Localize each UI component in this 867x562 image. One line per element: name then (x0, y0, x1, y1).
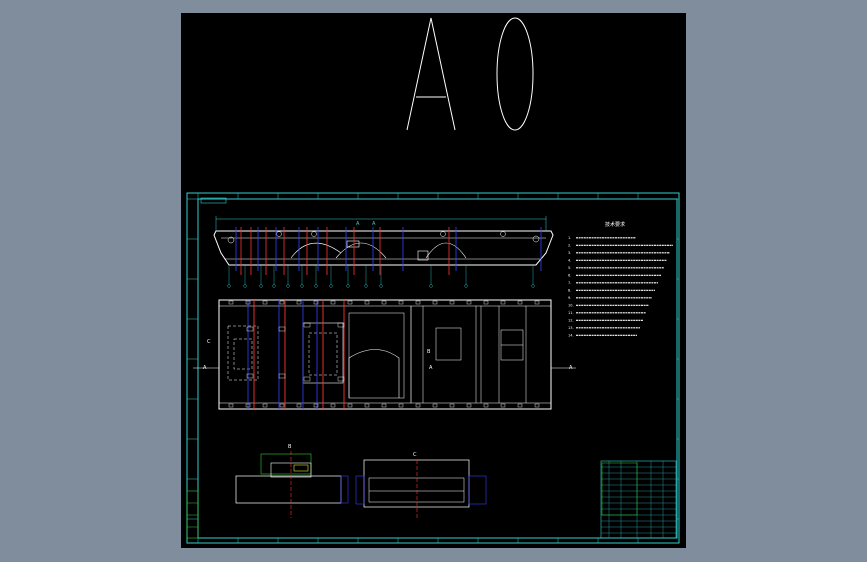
plan-bracket (278, 326, 286, 332)
title-block-grid (601, 461, 676, 538)
bolt-bottom (483, 403, 489, 408)
balloon-circle (464, 284, 468, 288)
bolt-top (228, 300, 234, 305)
bolt-top (517, 300, 523, 305)
tech-note-number: 6. (568, 274, 571, 278)
view-marker-b: B (427, 349, 431, 355)
tech-note-number: 7. (568, 281, 571, 285)
bolt-bottom (347, 403, 353, 408)
plan-view: A A A C B (193, 299, 576, 410)
bolt-top (500, 300, 506, 305)
bolt-top (534, 300, 540, 305)
bolt-top (347, 300, 353, 305)
plan-bracket (303, 376, 311, 382)
cad-viewport[interactable]: A0 (181, 13, 686, 548)
bolt-bottom (330, 403, 336, 408)
balloon-circle (531, 284, 535, 288)
bolt-top (415, 300, 421, 305)
front-view: C (355, 452, 487, 518)
tech-note-number: 10. (568, 304, 574, 308)
bolt-bottom (364, 403, 370, 408)
balloon-circle (286, 284, 290, 288)
tech-note-number: 4. (568, 259, 571, 263)
tech-note-number: 8. (568, 289, 571, 293)
section-marker-mid: A (429, 365, 433, 371)
balloon-circle (259, 284, 263, 288)
bolt-top (364, 300, 370, 305)
title-block (600, 460, 677, 539)
bolt-bottom (398, 403, 404, 408)
tech-note-number: 13. (568, 326, 574, 330)
left-revision-strip (186, 490, 199, 539)
view-marker-c: C (207, 339, 211, 345)
part-balloons (227, 265, 535, 288)
letter-zero-glyph (496, 17, 534, 131)
section-label-a-right: A (372, 221, 376, 227)
front-view-label: C (413, 452, 417, 458)
section-marker-left: A (203, 365, 207, 371)
side-view: B (235, 444, 349, 518)
bolt-bottom (534, 403, 540, 408)
tech-notes-title: 技术要求 (605, 221, 625, 228)
balloon-circle (346, 284, 350, 288)
plan-bracket (303, 322, 311, 328)
bolt-bottom (279, 403, 285, 408)
sheet-size-text: A0 (181, 13, 202, 17)
tech-note-number: 5. (568, 266, 571, 270)
bolt-bottom (500, 403, 506, 408)
balloon-circle (314, 284, 318, 288)
section-label-a-left: A (356, 221, 360, 227)
bolt-top (262, 300, 268, 305)
balloon-circle (329, 284, 333, 288)
balloon-circle (243, 284, 247, 288)
bolt-top (381, 300, 387, 305)
letter-a-glyph (406, 17, 456, 131)
bolt-top (432, 300, 438, 305)
tech-note-number: 14. (568, 334, 574, 338)
tech-note-number: 9. (568, 296, 571, 300)
bolt-top (296, 300, 302, 305)
tech-note-number: 3. (568, 251, 571, 255)
section-view-a-a: A A (213, 216, 554, 288)
bolt-top (398, 300, 404, 305)
bolt-bottom (262, 403, 268, 408)
bolt-top (449, 300, 455, 305)
section-marker-right: A (569, 365, 573, 371)
bolt-bottom (517, 403, 523, 408)
balloon-circle (300, 284, 304, 288)
technical-notes: 技术要求 1. 2. 3. 4. 5. 6. 7. 8. 9. 10. 11. 12. 13. 14. (568, 221, 673, 338)
bolt-bottom (381, 403, 387, 408)
tech-note-number: 12. (568, 319, 574, 323)
tech-note-number: 2. (568, 244, 571, 248)
plan-red-blue-lines (247, 300, 345, 409)
bolt-bottom (415, 403, 421, 408)
sheet-size-label: A0 (181, 13, 534, 131)
bolt-bottom (296, 403, 302, 408)
bolt-top (483, 300, 489, 305)
balloon-circle (364, 284, 368, 288)
bolt-top (330, 300, 336, 305)
balloon-circle (227, 284, 231, 288)
sheet-inner-border (197, 198, 678, 539)
cad-drawing-canvas: A0 (181, 13, 680, 544)
side-view-label: B (288, 444, 292, 450)
balloon-circle (272, 284, 276, 288)
balloon-circle (429, 284, 433, 288)
plan-bolt-marks (228, 300, 540, 408)
bolt-top (466, 300, 472, 305)
bolt-top (279, 300, 285, 305)
plan-bracket (278, 373, 286, 379)
bolt-bottom (466, 403, 472, 408)
balloon-circle (379, 284, 383, 288)
tech-note-number: 1. (568, 236, 571, 240)
bolt-bottom (449, 403, 455, 408)
bolt-bottom (228, 403, 234, 408)
tech-note-number: 11. (568, 311, 574, 315)
section-red-blue-lines (235, 227, 542, 275)
bolt-bottom (432, 403, 438, 408)
tech-notes-lines: 1. 2. 3. 4. 5. 6. 7. 8. 9. 10. 11. 12. 13. 14. (568, 236, 673, 338)
